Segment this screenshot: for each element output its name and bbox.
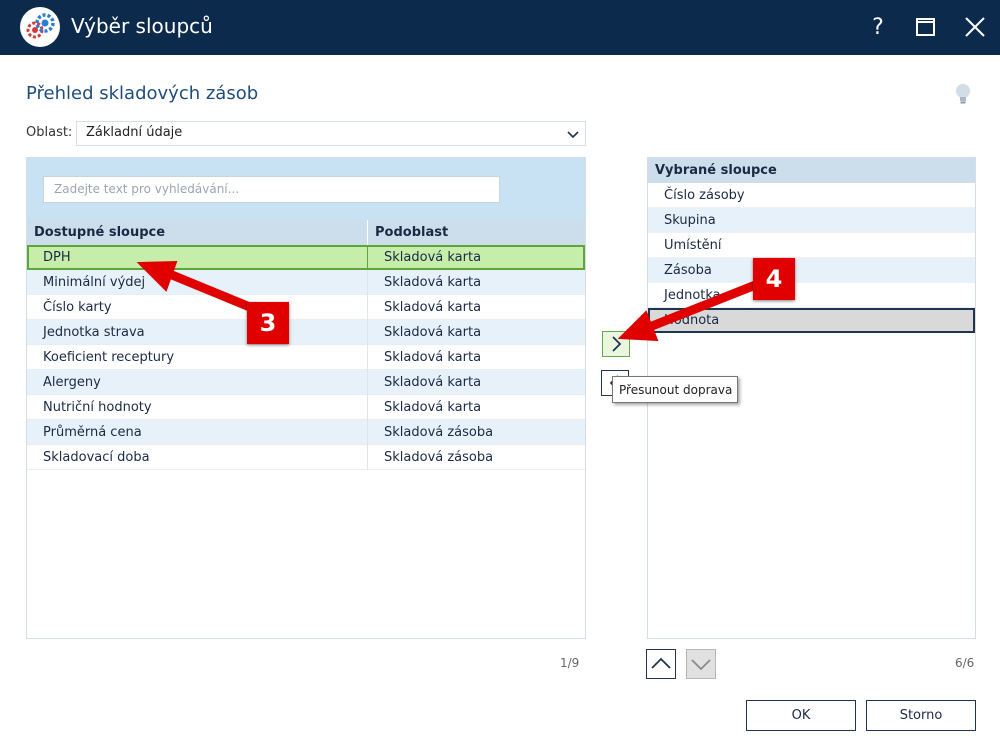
annotation-badge-4: 4	[753, 258, 795, 300]
arrow-4	[617, 275, 770, 342]
annotation-badge-3: 3	[247, 302, 289, 344]
annotation-arrows	[136, 260, 770, 342]
arrow-3	[136, 260, 264, 317]
